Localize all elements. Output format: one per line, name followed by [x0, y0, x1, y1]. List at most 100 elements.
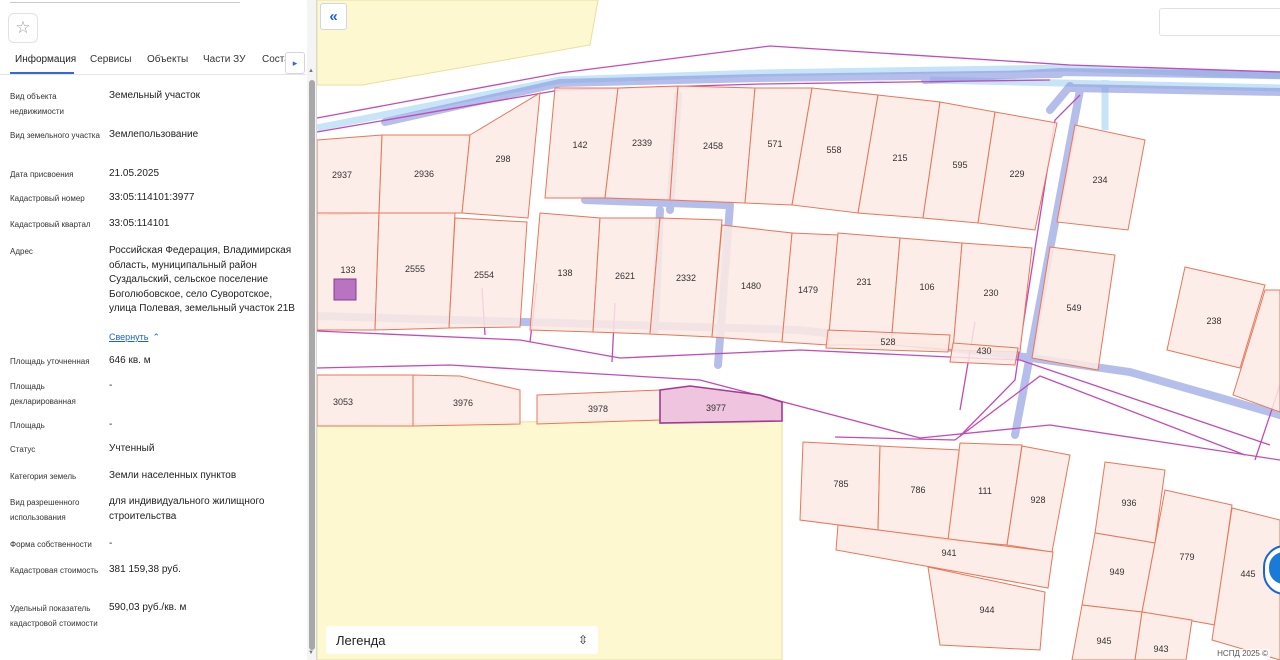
tab-bar: Информация Сервисы Объекты Части ЗУ Сост…	[0, 50, 306, 75]
favorite-button[interactable]: ☆	[8, 13, 38, 43]
parcel-label-779: 779	[1179, 552, 1194, 562]
parcel-label-133: 133	[340, 265, 355, 275]
parcel-label-3976: 3976	[453, 398, 473, 408]
tab-composition[interactable]: Состав	[262, 54, 286, 65]
cadastral-map[interactable]: 2937 2936 298 142 2339 2458 571 558 215 …	[317, 0, 1280, 660]
map-search-input[interactable]	[1159, 8, 1280, 36]
parcel-label-949: 949	[1109, 567, 1124, 577]
row-label: Кадастровая стоимость	[10, 566, 99, 575]
tab-parcel-parts[interactable]: Части ЗУ	[203, 54, 245, 65]
parcel-label-138: 138	[557, 268, 572, 278]
parcel-label-3977: 3977	[706, 403, 726, 413]
parcel-label-549: 549	[1066, 303, 1081, 313]
double-chevron-left-icon: «	[329, 8, 338, 25]
parcel-label-430: 430	[976, 346, 991, 356]
parcel-label-142: 142	[572, 140, 587, 150]
parcel-label-234: 234	[1092, 175, 1107, 185]
row-label: Удельный показатель кадастровой стоимост…	[10, 604, 98, 628]
star-icon: ☆	[15, 18, 31, 37]
copyright-text: НСПД 2025 ©	[1215, 649, 1270, 658]
row-value: -	[109, 538, 113, 549]
parcel-label-298: 298	[495, 154, 510, 164]
scrollbar-thumb[interactable]	[309, 80, 315, 650]
row-label: Вид земельного участка	[10, 131, 100, 140]
row-label: Площадь декларированная	[10, 382, 76, 406]
parcel-label-945: 945	[1096, 636, 1111, 646]
row-value: Земли населенных пунктов	[109, 470, 237, 481]
parcel-label-928: 928	[1030, 495, 1045, 505]
parcel-label-231: 231	[856, 277, 871, 287]
tabs-next-button[interactable]: ▸	[285, 52, 305, 74]
map-view[interactable]: 2937 2936 298 142 2339 2458 571 558 215 …	[317, 0, 1280, 660]
collapse-address-link[interactable]: Свернуть ⌃	[109, 332, 160, 343]
parcel-label-106: 106	[919, 282, 934, 292]
parcel-label-941: 941	[941, 548, 956, 558]
row-label: Площадь	[10, 421, 45, 430]
row-value: 646 кв. м	[109, 355, 151, 366]
up-down-chevron-icon: ⇳	[577, 633, 588, 647]
legend-label: Легенда	[336, 632, 386, 648]
row-label: Кадастровый номер	[10, 194, 85, 203]
zone-yellow-top	[317, 0, 599, 86]
parcel-label-1480: 1480	[741, 281, 761, 291]
parcel-label-3978: 3978	[588, 404, 608, 414]
parcel-label-2554: 2554	[474, 270, 494, 280]
row-value: Землепользование	[109, 129, 199, 140]
parcel-label-2937: 2937	[332, 170, 352, 180]
row-value: 33:05:114101	[109, 218, 170, 229]
row-value: 381 159,38 руб.	[109, 564, 181, 575]
row-value: 21.05.2025	[109, 168, 160, 179]
parcel-label-215: 215	[892, 153, 907, 163]
parcel-label-2621: 2621	[615, 271, 635, 281]
row-value: -	[109, 419, 113, 430]
row-label: Адрес	[10, 247, 33, 256]
parcel-label-111: 111	[978, 486, 992, 496]
parcel-label-528: 528	[880, 337, 895, 347]
row-label: Категория земель	[10, 472, 77, 481]
parcel-label-2458: 2458	[703, 141, 723, 151]
row-value: 590,03 руб./кв. м	[109, 602, 187, 613]
row-label: Кадастровый квартал	[10, 220, 91, 229]
row-value: 33:05:114101:3977	[109, 192, 195, 203]
parcel-label-1479: 1479	[798, 285, 818, 295]
row-label: Площадь уточненная	[10, 357, 90, 366]
tab-objects[interactable]: Объекты	[147, 54, 188, 65]
row-label: Статус	[10, 445, 36, 454]
parcel-label-445: 445	[1240, 569, 1255, 579]
row-value: для индивидуального жилищного строительс…	[109, 496, 265, 522]
chevron-right-icon: ▸	[292, 57, 298, 68]
parcel-label-2936: 2936	[414, 169, 434, 179]
collapse-label: Свернуть	[109, 332, 149, 342]
card-title-edge	[10, 0, 240, 3]
parcel-label-595: 595	[952, 160, 967, 170]
parcel-label-571: 571	[767, 139, 782, 149]
row-label: Вид разрешенного использования	[10, 498, 80, 522]
parcel-label-558: 558	[826, 145, 841, 155]
parcel-label-785: 785	[833, 479, 848, 489]
parcel-label-229: 229	[1009, 169, 1024, 179]
legend-panel[interactable]: Легенда ⇳	[326, 626, 598, 654]
parcel-label-238: 238	[1206, 316, 1221, 326]
chevron-up-icon: ⌃	[152, 332, 161, 342]
parcel-label-943: 943	[1153, 644, 1168, 654]
parcel-label-936: 936	[1121, 498, 1136, 508]
tab-services[interactable]: Сервисы	[90, 54, 131, 65]
row-value: -	[109, 380, 113, 391]
active-tab-indicator	[10, 72, 74, 74]
row-value: Земельный участок	[109, 90, 201, 101]
row-label: Дата присвоения	[10, 170, 74, 179]
row-label: Форма собственности	[10, 540, 92, 549]
parcel-label-786: 786	[910, 485, 925, 495]
parcel-label-2332: 2332	[676, 273, 696, 283]
zone-yellow-bottom	[317, 417, 783, 660]
tab-information[interactable]: Информация	[15, 54, 76, 65]
row-value: Российская Федерация, Владимирская облас…	[109, 245, 295, 314]
parcel-label-2339: 2339	[632, 138, 652, 148]
scroll-up-arrow-icon[interactable]: ▲	[308, 68, 314, 74]
collapse-sidebar-button[interactable]: «	[320, 3, 347, 30]
parcel-label-230: 230	[983, 288, 998, 298]
parcel-label-2555: 2555	[405, 264, 425, 274]
scroll-down-arrow-icon[interactable]: ▼	[308, 650, 314, 656]
info-sidebar: ☆ Информация Сервисы Объекты Части ЗУ Со…	[0, 0, 317, 660]
row-label: Вид объекта недвижимости	[10, 92, 64, 116]
